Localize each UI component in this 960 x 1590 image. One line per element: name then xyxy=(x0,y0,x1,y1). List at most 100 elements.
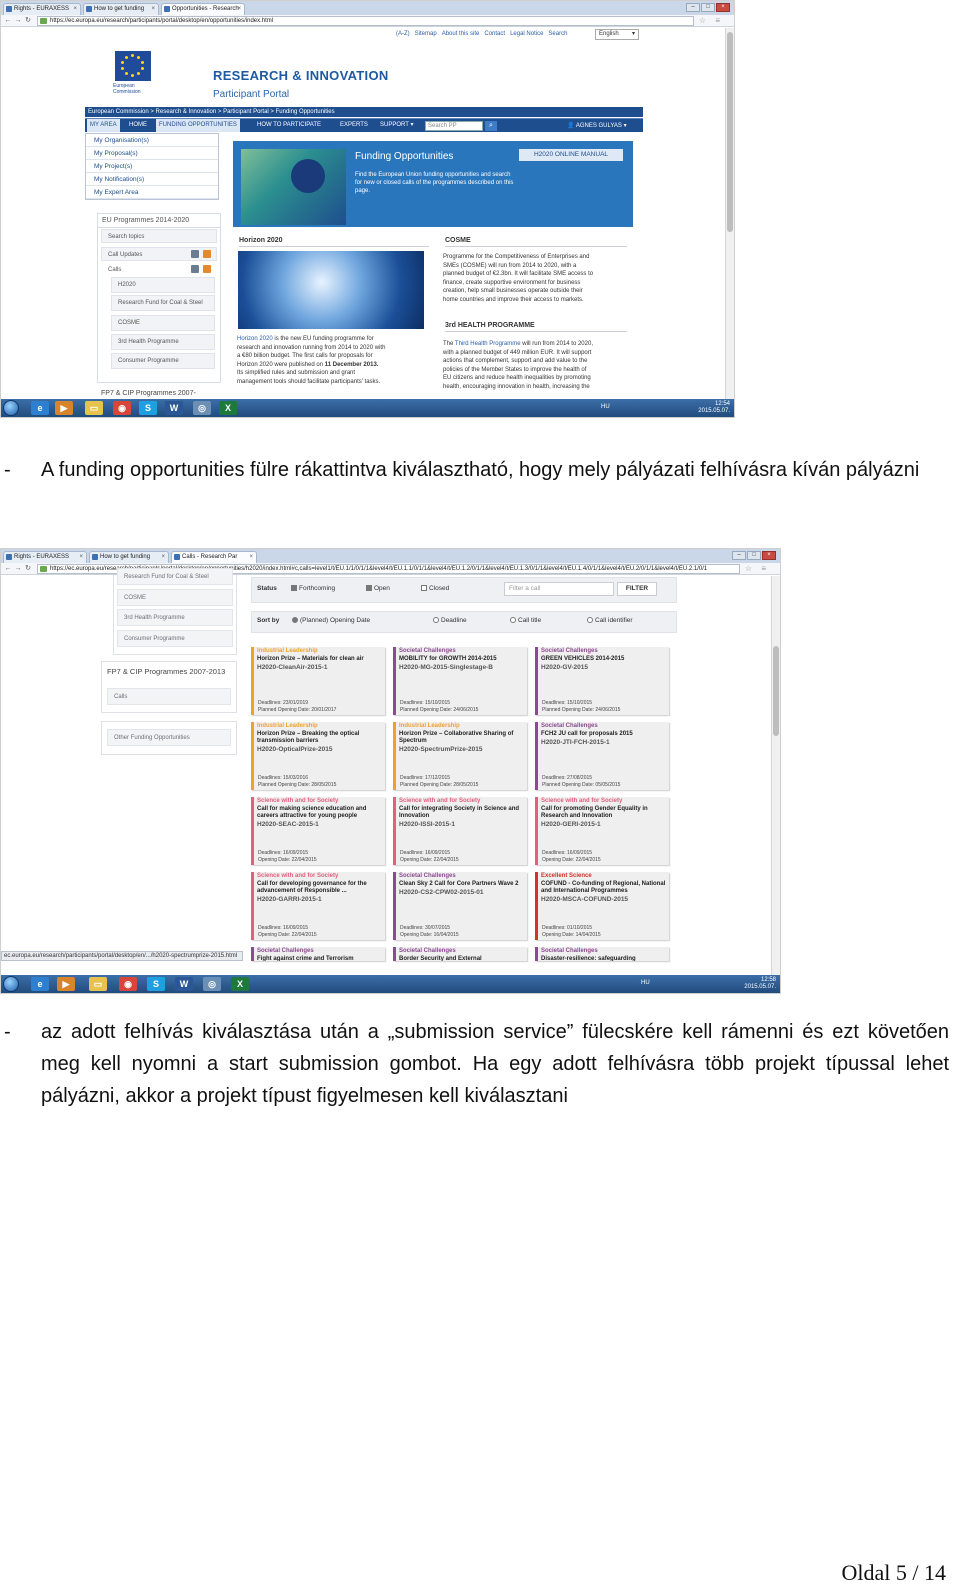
folder-icon[interactable]: ▭ xyxy=(85,401,103,415)
language-select[interactable]: English ▾ xyxy=(595,29,639,40)
network-icon[interactable]: ◎ xyxy=(203,977,221,991)
call-card-partial[interactable]: Societal Challenges Fight against crime a… xyxy=(251,947,385,961)
close-tab-icon[interactable]: × xyxy=(151,4,155,14)
sidebar-item-coal-steel[interactable]: Research Fund for Coal & Steel xyxy=(117,568,233,585)
ie-icon[interactable]: e xyxy=(31,977,49,991)
bookmark-star-icon[interactable]: ☆ xyxy=(699,16,706,25)
nav-experts[interactable]: EXPERTS xyxy=(340,119,368,132)
close-tab-icon[interactable]: × xyxy=(249,552,253,562)
close-tab-icon[interactable]: × xyxy=(79,552,83,562)
excel-icon[interactable]: X xyxy=(219,401,237,415)
maximize-icon[interactable]: □ xyxy=(747,551,761,560)
close-window-icon[interactable]: × xyxy=(762,551,776,560)
word-icon[interactable]: W xyxy=(175,977,193,991)
network-icon[interactable]: ◎ xyxy=(193,401,211,415)
back-icon[interactable]: ← xyxy=(4,565,12,573)
nav-my-area[interactable]: MY AREA xyxy=(87,119,120,132)
minimize-icon[interactable]: – xyxy=(686,3,700,12)
sidebar-item-call-updates[interactable]: Call Updates xyxy=(101,247,217,261)
call-card[interactable]: Societal Challenges Clean Sky 2 Call for … xyxy=(393,872,527,940)
call-card[interactable]: Industrial Leadership Horizon Prize – Bre… xyxy=(251,722,385,790)
reload-icon[interactable]: ↻ xyxy=(24,17,32,25)
tray-language[interactable]: HU xyxy=(601,404,610,410)
excel-icon[interactable]: X xyxy=(231,977,249,991)
call-card-partial[interactable]: Societal Challenges Border Security and E… xyxy=(393,947,527,961)
top-link[interactable]: Legal Notice xyxy=(510,31,543,37)
sidebar-item-consumer[interactable]: Consumer Programme xyxy=(117,630,233,647)
top-link[interactable]: (A-Z) xyxy=(396,31,410,37)
menu-icon[interactable]: ≡ xyxy=(715,16,720,25)
sidebar-item-health[interactable]: 3rd Health Programme xyxy=(117,609,233,626)
nav-home[interactable]: HOME xyxy=(129,119,147,132)
ie-icon[interactable]: e xyxy=(31,401,49,415)
browser-tab[interactable]: How to get funding × xyxy=(89,551,169,563)
close-tab-icon[interactable]: × xyxy=(161,552,165,562)
minimize-icon[interactable]: – xyxy=(732,551,746,560)
call-card[interactable]: Industrial Leadership Horizon Prize – Mat… xyxy=(251,647,385,715)
chrome-icon[interactable]: ◉ xyxy=(119,977,137,991)
tray-clock[interactable]: 12:54 2015.05.07. xyxy=(698,401,730,415)
forward-icon[interactable]: → xyxy=(14,17,22,25)
nav-how-to-participate[interactable]: HOW TO PARTICIPATE xyxy=(257,119,321,132)
call-card[interactable]: Industrial Leadership Horizon Prize – Col… xyxy=(393,722,527,790)
menu-item-my-projects[interactable]: My Project(s) xyxy=(86,160,218,173)
scrollbar[interactable] xyxy=(725,28,734,400)
fp7-calls-item[interactable]: Calls xyxy=(107,688,231,705)
search-icon[interactable]: ⌕ xyxy=(485,121,497,131)
media-player-icon[interactable]: ▶ xyxy=(55,401,73,415)
user-menu[interactable]: 👤 AGNES GULYAS ▾ xyxy=(567,121,627,131)
folder-icon[interactable]: ▭ xyxy=(89,977,107,991)
browser-tab[interactable]: Rights - EURAXESS × xyxy=(3,551,87,563)
scrollbar[interactable] xyxy=(771,576,780,976)
sort-call-identifier-radio[interactable]: Call identifier xyxy=(587,617,633,624)
top-link[interactable]: About this site xyxy=(442,31,480,37)
sidebar-item-coal-steel[interactable]: Research Fund for Coal & Steel xyxy=(111,295,215,311)
call-card[interactable]: Science with and for Society Call for mak… xyxy=(251,797,385,865)
bookmark-star-icon[interactable]: ☆ xyxy=(745,564,752,573)
nav-funding-opportunities[interactable]: FUNDING OPPORTUNITIES xyxy=(156,119,240,132)
skype-icon[interactable]: S xyxy=(139,401,157,415)
h2020-online-manual-button[interactable]: H2020 ONLINE MANUAL xyxy=(519,149,623,161)
top-link[interactable]: Sitemap xyxy=(415,31,437,37)
call-card[interactable]: Societal Challenges MOBILITY for GROWTH 2… xyxy=(393,647,527,715)
close-window-icon[interactable]: × xyxy=(716,3,730,12)
forward-icon[interactable]: → xyxy=(14,565,22,573)
reload-icon[interactable]: ↻ xyxy=(24,565,32,573)
menu-item-my-notifications[interactable]: My Notification(s) xyxy=(86,173,218,186)
sidebar-item-h2020[interactable]: H2020 xyxy=(111,277,215,293)
browser-tab-active[interactable]: Opportunities - Research × xyxy=(161,3,245,15)
chrome-icon[interactable]: ◉ xyxy=(113,401,131,415)
scrollbar-thumb[interactable] xyxy=(727,32,733,232)
media-player-icon[interactable]: ▶ xyxy=(57,977,75,991)
nav-support[interactable]: SUPPORT ▾ xyxy=(380,119,413,132)
menu-item-my-proposals[interactable]: My Proposal(s) xyxy=(86,147,218,160)
scrollbar-thumb[interactable] xyxy=(773,646,779,736)
horizon-link[interactable]: Horizon 2020 xyxy=(237,336,273,342)
call-card[interactable]: Excellent Science COFUND - Co-funding of … xyxy=(535,872,669,940)
rss-icon[interactable] xyxy=(203,265,211,273)
calendar-icon[interactable] xyxy=(191,250,199,258)
sort-opening-date-radio[interactable]: (Planned) Opening Date xyxy=(292,617,370,624)
sort-call-title-radio[interactable]: Call title xyxy=(510,617,541,624)
menu-item-my-expert-area[interactable]: My Expert Area xyxy=(86,186,218,199)
start-button-icon[interactable] xyxy=(3,976,19,992)
call-card[interactable]: Science with and for Society Call for dev… xyxy=(251,872,385,940)
call-card[interactable]: Science with and for Society Call for int… xyxy=(393,797,527,865)
sidebar-item-health[interactable]: 3rd Health Programme xyxy=(111,334,215,350)
menu-icon[interactable]: ≡ xyxy=(761,564,766,573)
start-button-icon[interactable] xyxy=(3,400,19,416)
sidebar-item-cosme[interactable]: COSME xyxy=(117,589,233,606)
rss-icon[interactable] xyxy=(203,250,211,258)
status-forthcoming-checkbox[interactable]: Forthcoming xyxy=(291,585,335,592)
call-card[interactable]: Societal Challenges GREEN VEHICLES 2014-2… xyxy=(535,647,669,715)
word-icon[interactable]: W xyxy=(165,401,183,415)
top-link[interactable]: Contact xyxy=(484,31,505,37)
sidebar-item-consumer[interactable]: Consumer Programme xyxy=(111,353,215,369)
status-open-checkbox[interactable]: Open xyxy=(366,585,390,592)
tray-language[interactable]: HU xyxy=(641,980,650,986)
calendar-icon[interactable] xyxy=(191,265,199,273)
call-card[interactable]: Science with and for Society Call for pro… xyxy=(535,797,669,865)
url-field[interactable]: https://ec.europa.eu/research/participan… xyxy=(37,16,694,26)
filter-call-input[interactable]: Filter a call xyxy=(504,582,614,596)
sidebar-item-search-topics[interactable]: Search topics xyxy=(101,229,217,243)
